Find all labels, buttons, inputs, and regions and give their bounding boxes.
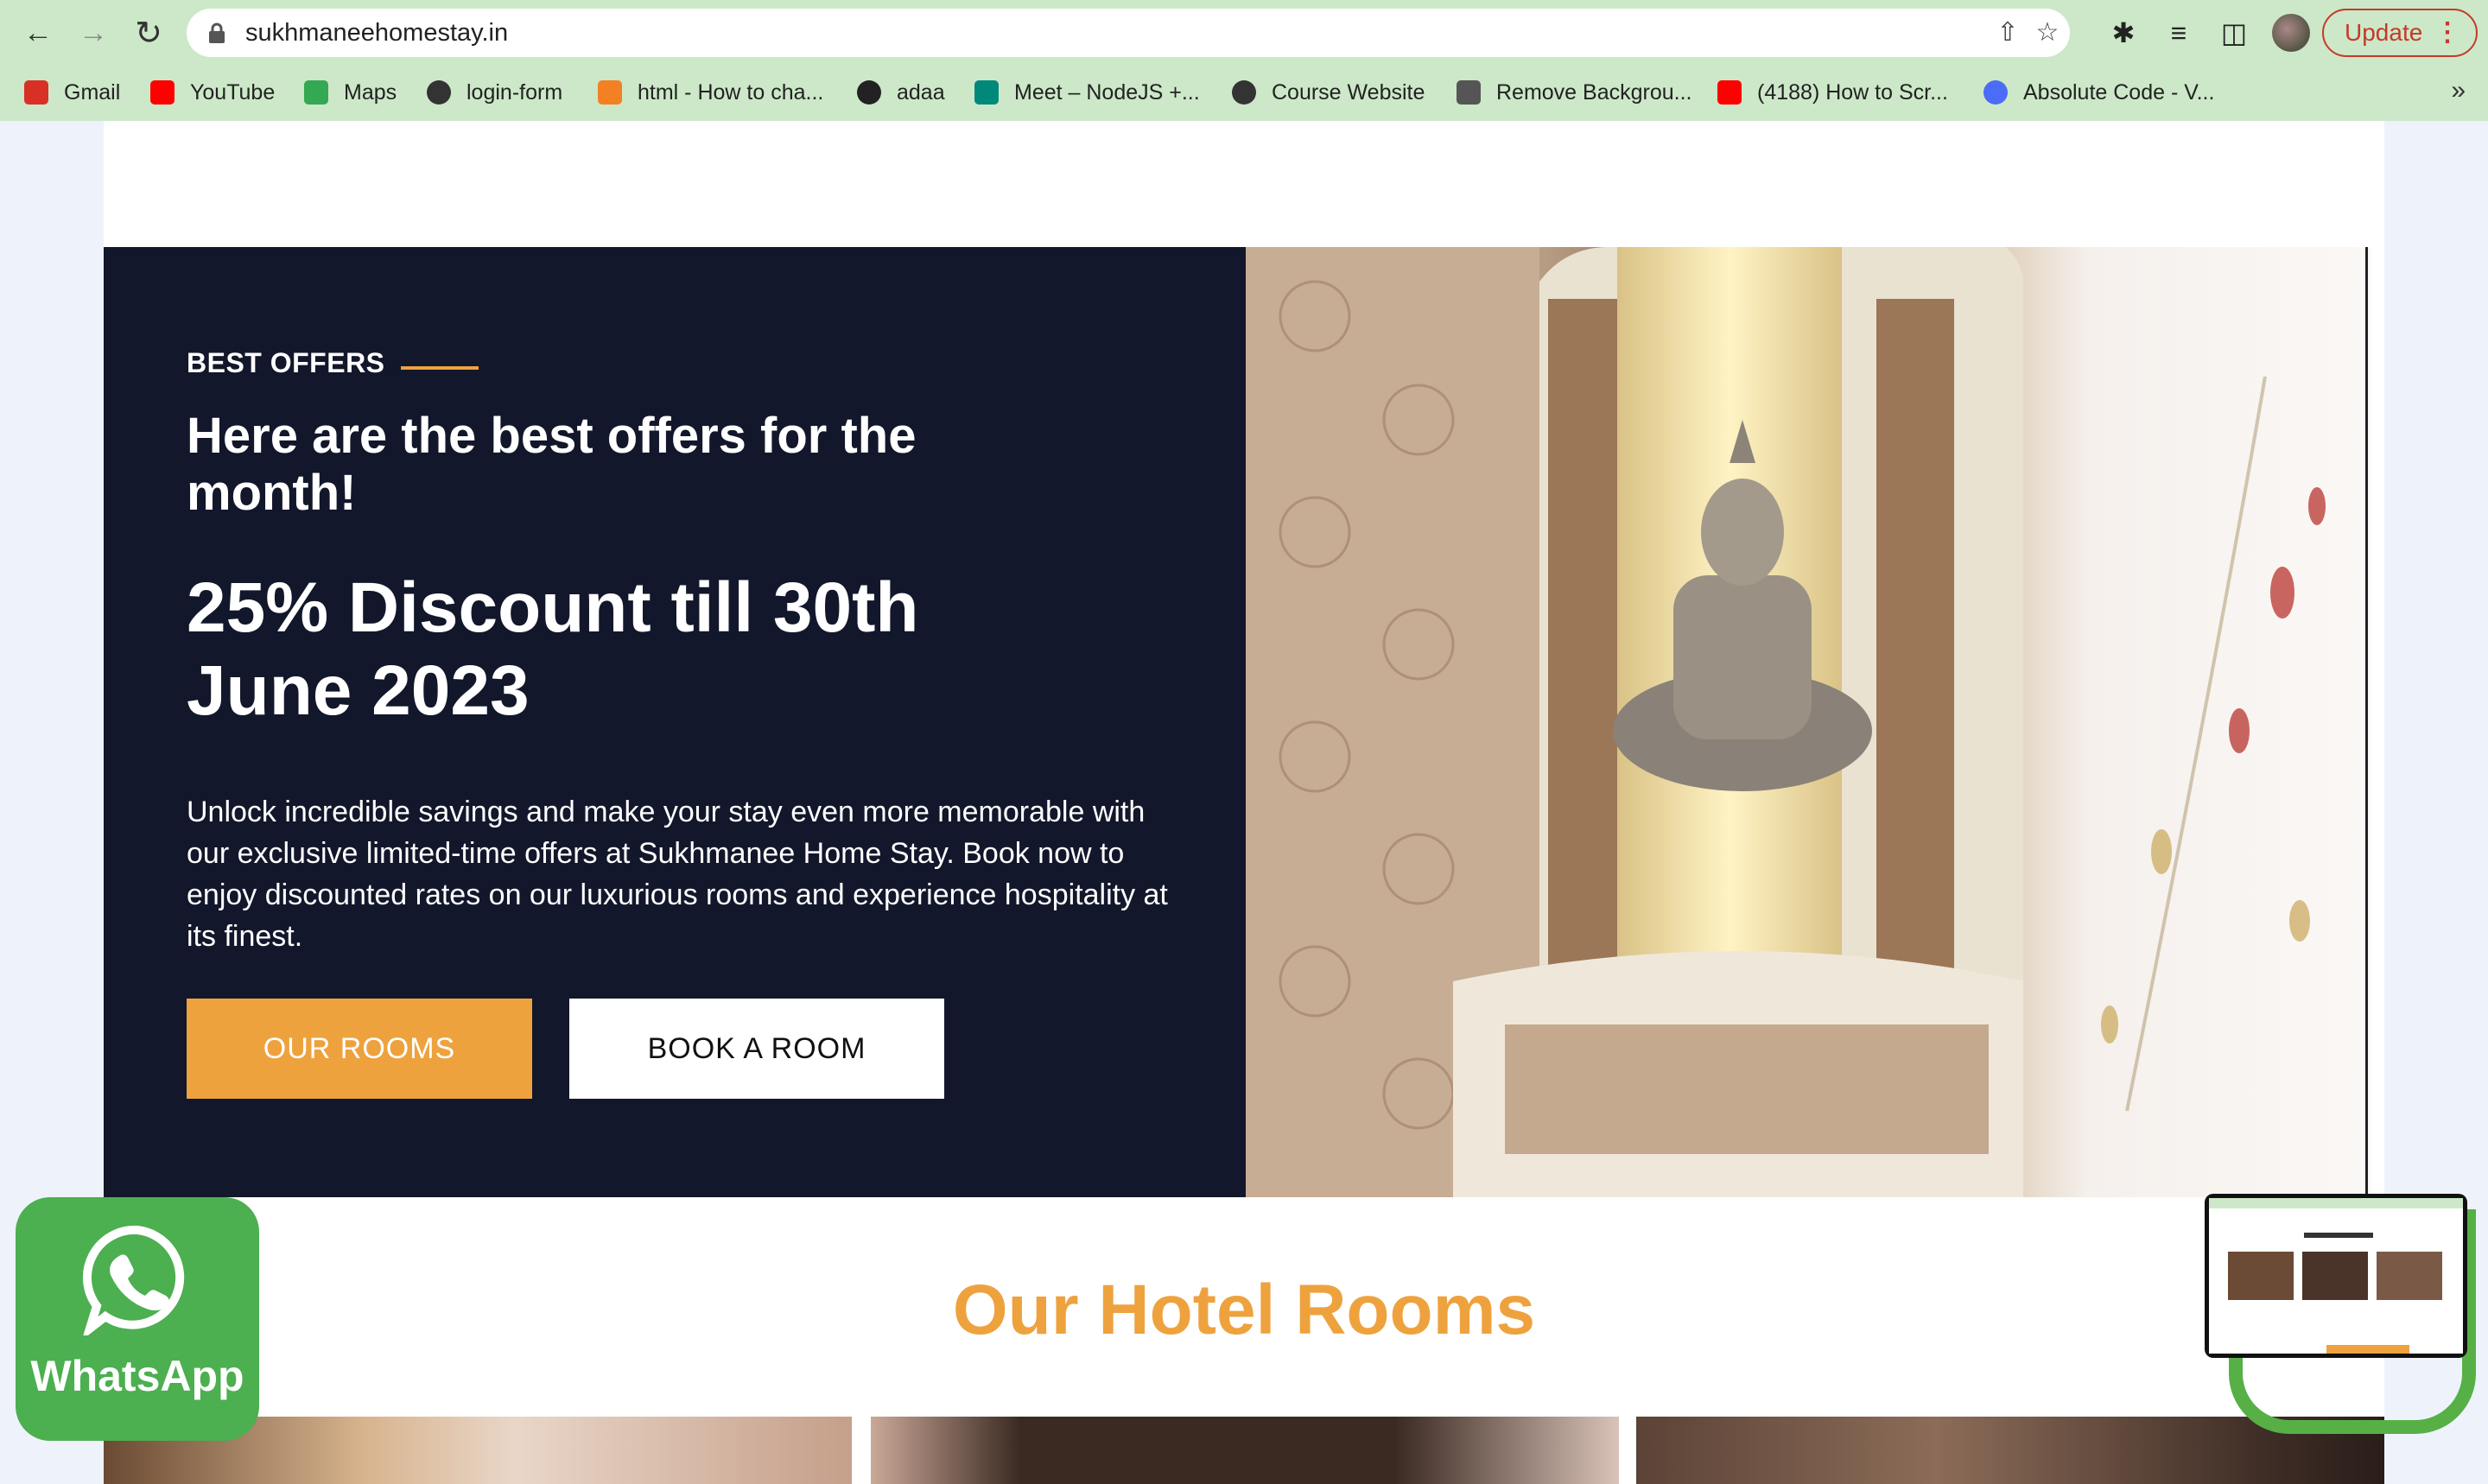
stackoverflow-icon [598, 80, 622, 105]
meet-icon [974, 80, 999, 105]
dl-icon [857, 80, 881, 105]
buddha-statue-illustration [1246, 247, 2326, 1197]
lock-icon [209, 22, 225, 43]
buddha-statue-image [1246, 247, 2371, 1197]
our-rooms-button[interactable]: OUR ROOMS [187, 999, 532, 1099]
image-edge-line [2365, 247, 2368, 1197]
reading-list-icon[interactable]: ≡ [2163, 17, 2194, 48]
browser-toolbar: ← → ↻ sukhmaneehomestay.in ⇧ ☆ ✱ ≡ ◫ Upd… [0, 0, 2488, 66]
youtube-icon [150, 80, 175, 105]
layers-icon [1457, 80, 1481, 105]
whatsapp-icon [82, 1225, 185, 1335]
profile-avatar[interactable] [2272, 14, 2310, 52]
globe-icon [1232, 80, 1256, 105]
youtube-icon [1717, 80, 1742, 105]
bookmark-absolute-code[interactable]: Absolute Code - V... [1983, 78, 2214, 107]
back-arrow-icon[interactable]: ← [19, 14, 57, 52]
bookmark-adaa[interactable]: adaa [857, 78, 945, 107]
update-button[interactable]: Update ⋮ [2322, 9, 2478, 57]
offer-eyebrow: BEST OFFERS [187, 347, 385, 378]
bookmarks-bar: Gmail YouTube Maps login-form html - How… [0, 71, 2488, 114]
maps-icon [304, 80, 328, 105]
preview-chrome [2209, 1198, 2463, 1208]
menu-dots-icon: ⋮ [2434, 18, 2460, 47]
page-viewport: BEST OFFERS Here are the best offers for… [0, 121, 2488, 1484]
preview-title [2304, 1233, 2373, 1238]
bookmark-youtube-video[interactable]: (4188) How to Scr... [1717, 78, 1948, 107]
content-container: BEST OFFERS Here are the best offers for… [104, 121, 2384, 1484]
c-icon [1983, 80, 2008, 105]
bookmark-gmail[interactable]: Gmail [24, 78, 120, 107]
bookmark-login-form[interactable]: login-form [427, 78, 562, 107]
bookmark-youtube[interactable]: YouTube [150, 78, 275, 107]
reload-icon[interactable]: ↻ [130, 14, 168, 52]
preview-room [2377, 1252, 2442, 1300]
room-card-image[interactable] [871, 1417, 1619, 1484]
discount-heading: 25% Discount till 30th June 2023 [187, 568, 919, 730]
whatsapp-label: WhatsApp [30, 1352, 244, 1400]
star-icon[interactable]: ☆ [2034, 19, 2061, 47]
picture-in-picture-preview[interactable] [2205, 1194, 2467, 1358]
update-label: Update [2345, 19, 2423, 46]
offer-panel: BEST OFFERS Here are the best offers for… [104, 247, 1246, 1197]
preview-room [2228, 1252, 2294, 1300]
book-a-room-button[interactable]: BOOK A ROOM [569, 999, 944, 1099]
offer-description: Unlock incredible savings and make your … [187, 796, 1168, 953]
bookmarks-overflow-icon[interactable]: » [2451, 76, 2466, 105]
rooms-section-title: Our Hotel Rooms [952, 1271, 1536, 1349]
share-icon[interactable]: ⇧ [1994, 19, 2022, 47]
side-panel-icon[interactable]: ◫ [2218, 17, 2250, 48]
globe-icon [427, 80, 451, 105]
extensions-icon[interactable]: ✱ [2108, 17, 2139, 48]
preview-room [2302, 1252, 2368, 1300]
forward-arrow-icon[interactable]: → [74, 14, 112, 52]
eyebrow-divider [401, 366, 479, 370]
url-text[interactable]: sukhmaneehomestay.in [245, 19, 508, 48]
bookmark-html-how-to[interactable]: html - How to cha... [598, 78, 823, 107]
preview-accent [2326, 1345, 2409, 1354]
gmail-icon [24, 80, 48, 105]
whatsapp-button[interactable]: WhatsApp [16, 1197, 259, 1441]
bookmark-remove-background[interactable]: Remove Backgrou... [1457, 78, 1692, 107]
bookmark-meet-nodejs[interactable]: Meet – NodeJS +... [974, 78, 1200, 107]
offer-section: BEST OFFERS Here are the best offers for… [104, 247, 2384, 1197]
bookmark-maps[interactable]: Maps [304, 78, 397, 107]
offer-headline: Here are the best offers for the month! [187, 408, 917, 521]
address-bar[interactable]: sukhmaneehomestay.in ⇧ ☆ [187, 9, 2070, 57]
bookmark-course-website[interactable]: Course Website [1232, 78, 1425, 107]
browser-chrome: ← → ↻ sukhmaneehomestay.in ⇧ ☆ ✱ ≡ ◫ Upd… [0, 0, 2488, 121]
preview-screen [2209, 1198, 2463, 1354]
